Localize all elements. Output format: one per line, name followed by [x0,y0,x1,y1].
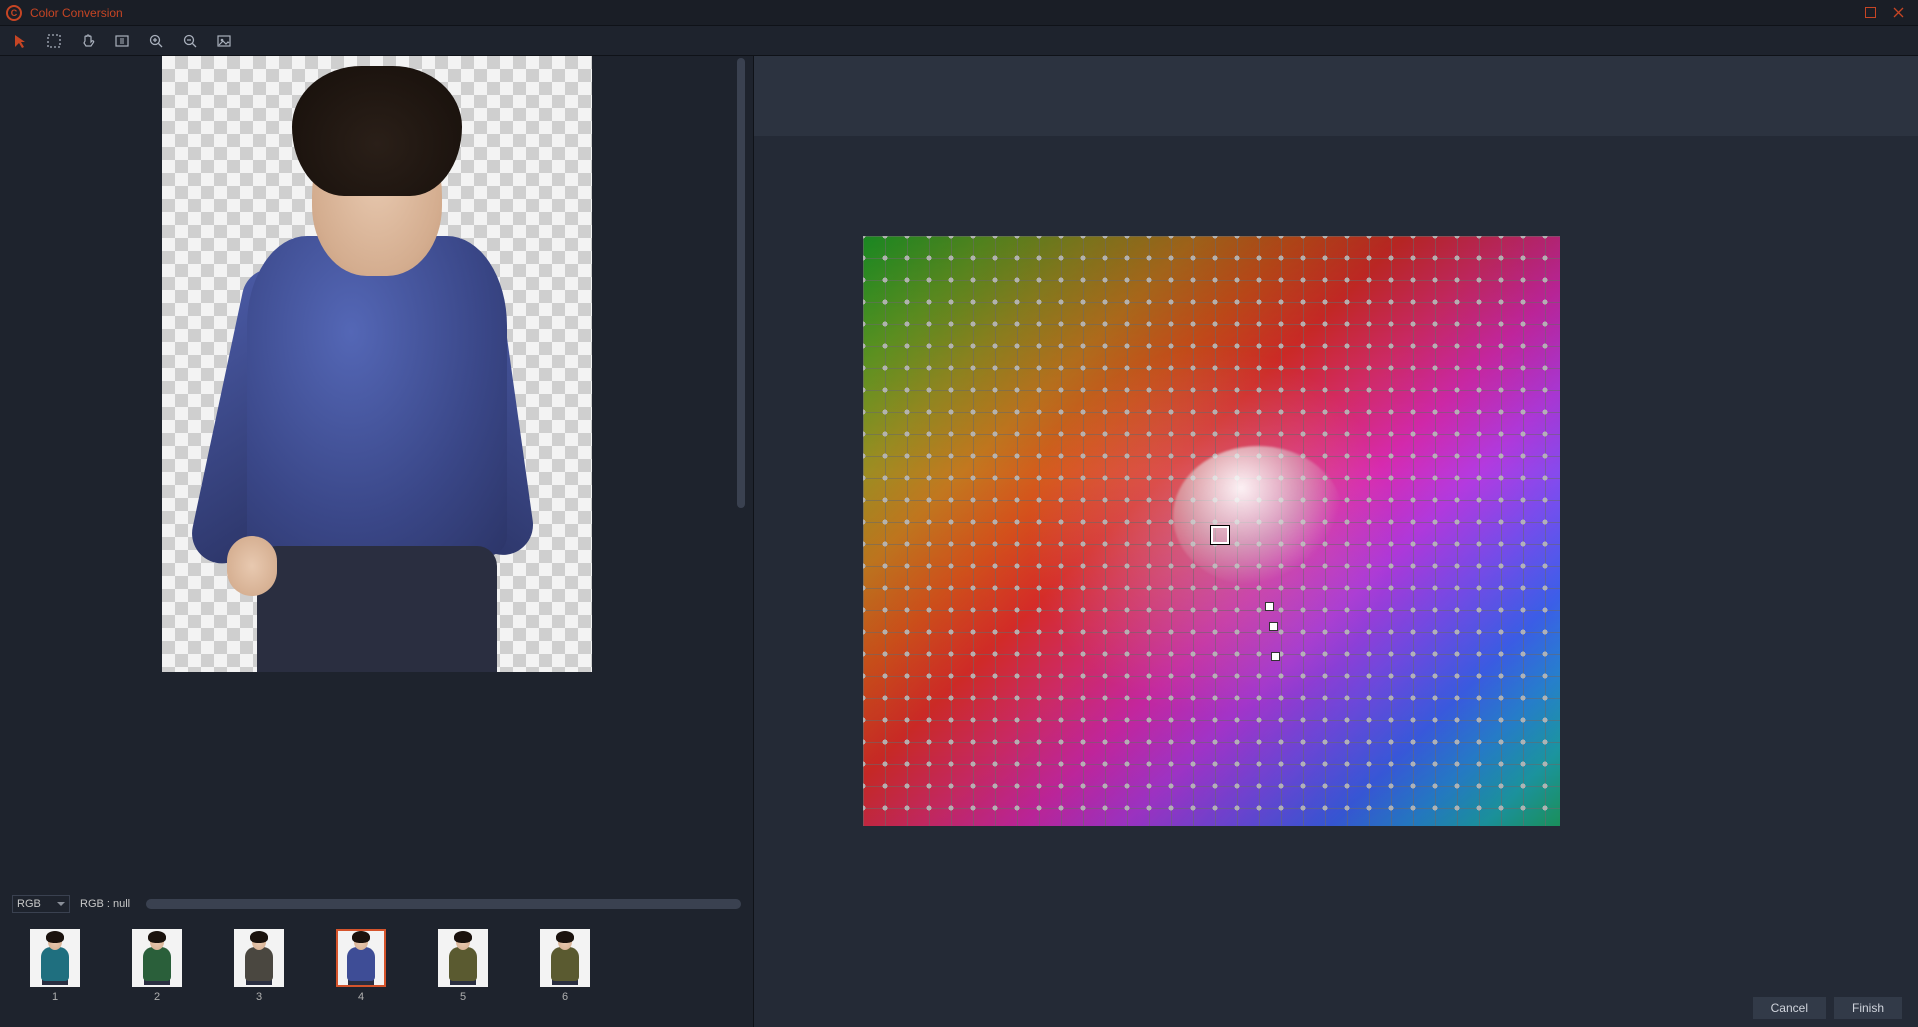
colorspace-selected-label: RGB [17,898,41,910]
colorspace-select[interactable]: RGB [12,895,70,913]
thumbnail[interactable] [30,929,80,987]
hand-tool-icon[interactable] [78,31,98,51]
preview-area[interactable] [0,56,753,891]
thumbnail-index: 4 [358,991,364,1003]
thumbnail[interactable] [234,929,284,987]
picker-handle[interactable] [1271,652,1280,661]
finish-button[interactable]: Finish [1834,997,1902,1019]
window-title: Color Conversion [30,6,123,20]
thumbnail-item[interactable]: 2 [132,929,182,1003]
thumbnail-item[interactable]: 3 [234,929,284,1003]
picker-handle[interactable] [1269,622,1278,631]
thumbnail-index: 1 [52,991,58,1003]
thumbnail-index: 5 [460,991,466,1003]
thumbnail[interactable] [438,929,488,987]
thumbnail-index: 3 [256,991,262,1003]
thumbnail[interactable] [540,929,590,987]
right-pane: Cancel Finish [754,56,1918,1027]
image-settings-icon[interactable] [214,31,234,51]
preview-horizontal-scrollbar[interactable] [146,899,741,909]
thumbnail-index: 2 [154,991,160,1003]
thumbnail-item[interactable]: 5 [438,929,488,1003]
app-icon: C [6,5,22,21]
right-header-bar [754,56,1918,136]
titlebar: C Color Conversion [0,0,1918,26]
thumbnail-index: 6 [562,991,568,1003]
preview-canvas[interactable] [162,56,592,672]
thumbnail-item[interactable]: 4 [336,929,386,1003]
dialog-buttons: Cancel Finish [1753,997,1902,1019]
thumbnail-item[interactable]: 6 [540,929,590,1003]
zoom-in-icon[interactable] [146,31,166,51]
zoom-out-icon[interactable] [180,31,200,51]
preview-vertical-scrollbar[interactable] [737,58,745,508]
scrollbar-thumb[interactable] [146,899,741,909]
preview-footer: RGB RGB : null [0,891,753,917]
sample-region [1173,446,1343,586]
maximize-button[interactable] [1856,3,1884,23]
chevron-down-icon [57,902,65,906]
color-picker[interactable] [863,236,1560,826]
close-button[interactable] [1884,3,1912,23]
color-readout: RGB : null [80,898,130,910]
thumbnail[interactable] [336,929,386,987]
picker-cursor[interactable] [1211,526,1229,544]
picker-handle[interactable] [1265,602,1274,611]
marquee-tool-icon[interactable] [44,31,64,51]
thumbnail-strip: 1 2 3 4 5 6 [0,917,753,1027]
toolbar [0,26,1918,56]
select-tool-icon[interactable] [10,31,30,51]
fit-tool-icon[interactable] [112,31,132,51]
thumbnail-item[interactable]: 1 [30,929,80,1003]
cancel-button[interactable]: Cancel [1753,997,1826,1019]
subject-silhouette [197,56,557,672]
left-pane: RGB RGB : null 1 2 3 4 5 6 [0,56,754,1027]
thumbnail[interactable] [132,929,182,987]
